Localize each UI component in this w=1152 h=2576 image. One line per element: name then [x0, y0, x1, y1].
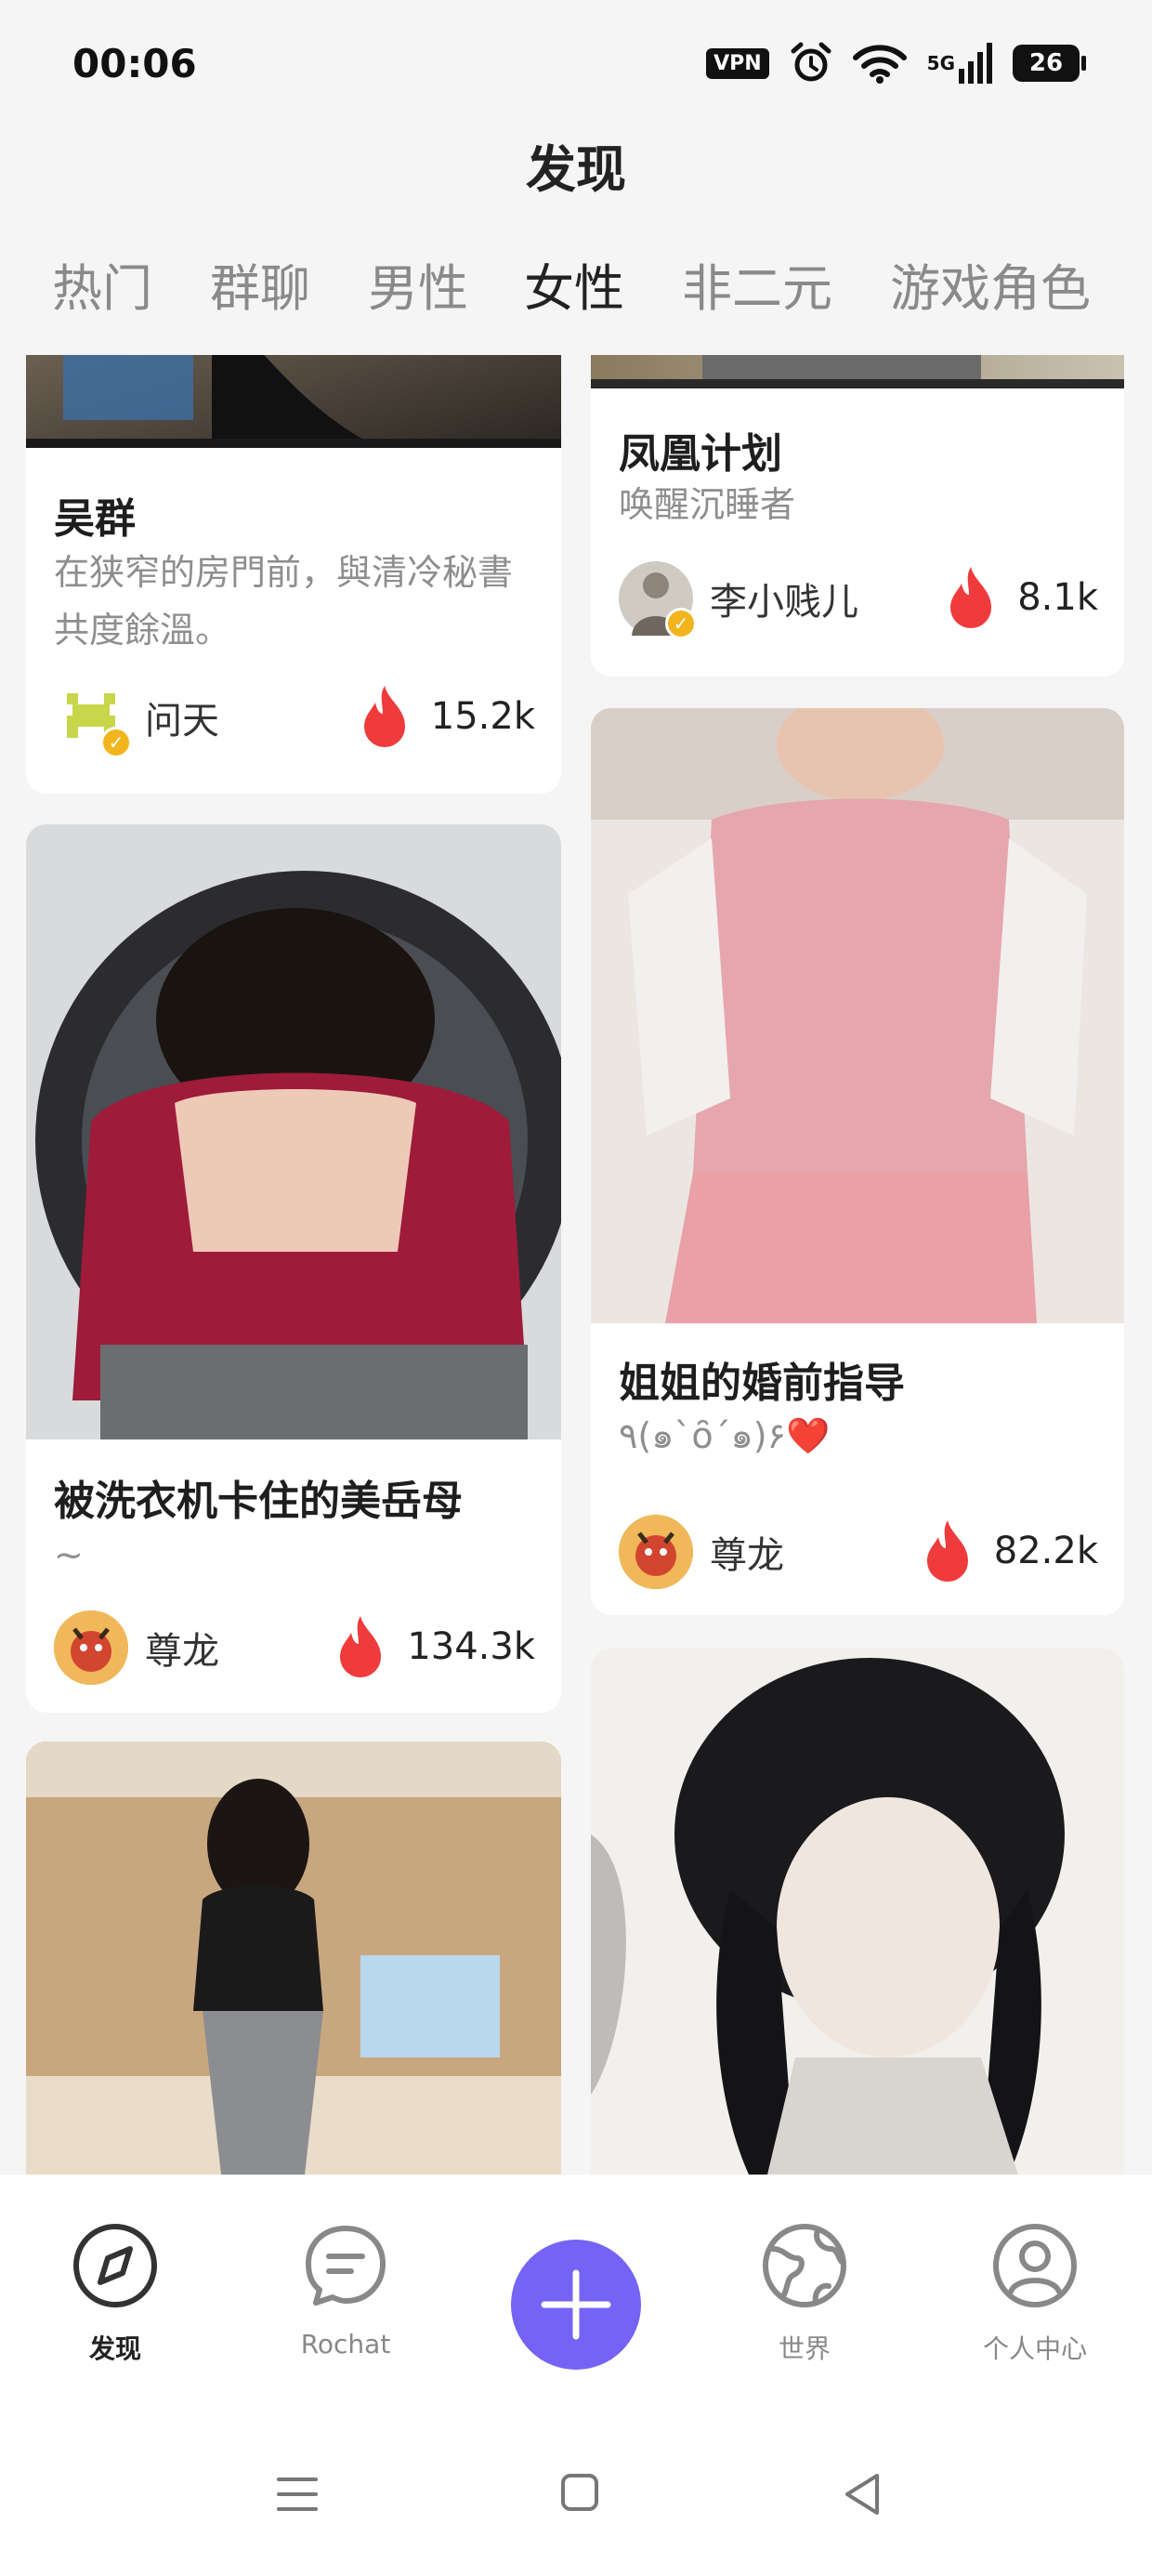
nav-world[interactable]: 世界: [730, 2221, 879, 2366]
tab-group-chat[interactable]: 群聊: [210, 247, 310, 321]
avatar: [619, 1515, 693, 1589]
globe-icon: [763, 2224, 846, 2307]
author-name: 李小贱儿: [710, 581, 858, 624]
back-icon[interactable]: [842, 2472, 883, 2517]
card-cover-image: [591, 355, 1124, 388]
status-icons: VPN 5G 26: [706, 37, 1086, 89]
character-card[interactable]: 凤凰计划 唤醒沉睡者 ✓ 李小贱儿 8.1k: [591, 355, 1124, 677]
card-description: 唤醒沉睡者: [619, 484, 796, 525]
heat-value: 15.2k: [430, 695, 535, 738]
card-author[interactable]: ✓ 李小贱儿: [619, 561, 858, 639]
author-name: 尊龙: [145, 1630, 219, 1673]
wifi-icon: [852, 45, 907, 84]
status-time: 00:06: [72, 41, 197, 86]
card-author[interactable]: ✓ 问天: [54, 680, 219, 758]
nav-rochat[interactable]: Rochat: [271, 2221, 420, 2359]
flame-icon: [363, 686, 405, 747]
avatar: ✓: [54, 680, 132, 758]
alarm-icon: [791, 42, 831, 82]
bottom-navigation: 发现 Rochat 世界 个人中心: [0, 2175, 1152, 2425]
heat-value: 134.3k: [407, 1625, 535, 1668]
card-description: ٩(๑`ȏ´๑)۶❤️: [619, 1415, 831, 1456]
verified-badge-icon: ✓: [665, 608, 697, 639]
card-author[interactable]: 尊龙: [619, 1515, 784, 1589]
heat-value: 8.1k: [1017, 576, 1098, 619]
page-title: 发现: [526, 140, 626, 199]
tab-hot[interactable]: 热门: [52, 247, 152, 321]
card-description: 在狭窄的房門前，與清冷秘書共度餘溫。: [54, 552, 514, 651]
nav-label: 个人中心: [982, 2333, 1087, 2364]
character-card[interactable]: 吴群 在狭窄的房門前，與清冷秘書共度餘溫。 ✓ 问天 15.2k: [26, 355, 561, 794]
nav-label: 发现: [88, 2333, 141, 2364]
avatar: ✓: [619, 561, 697, 639]
card-description: ~: [54, 1534, 84, 1575]
author-name: 尊龙: [710, 1534, 784, 1577]
network-type-label: 5G: [926, 52, 955, 74]
character-card[interactable]: 姐姐的婚前指导 ٩(๑`ȏ´๑)۶❤️ 尊龙 82.2k: [591, 708, 1124, 1615]
character-card[interactable]: [26, 1741, 561, 2175]
heat-count: 8.1k: [945, 565, 1098, 630]
tab-non-binary[interactable]: 非二元: [682, 247, 832, 321]
battery-icon: 26: [1013, 45, 1086, 82]
compass-icon: [73, 2224, 157, 2307]
nav-label: 世界: [778, 2333, 831, 2364]
dragon-avatar-icon: [54, 1610, 128, 1685]
heat-value: 82.2k: [993, 1530, 1098, 1572]
nav-label: Rochat: [300, 2329, 391, 2359]
card-cover-image: [591, 708, 1124, 1323]
flame-icon: [926, 1520, 968, 1582]
system-navigation-bar: [0, 2425, 1152, 2576]
flame-icon: [950, 567, 992, 628]
author-name: 问天: [145, 700, 219, 743]
card-title: 被洗衣机卡住的美岳母: [54, 1478, 463, 1525]
card-title: 凤凰计划: [619, 430, 782, 478]
tab-game-characters[interactable]: 游戏角色: [890, 247, 1091, 321]
card-author[interactable]: 尊龙: [54, 1610, 219, 1685]
card-cover-image: [26, 355, 561, 448]
chat-bubble-icon: [306, 2226, 386, 2306]
menu-icon[interactable]: [275, 2472, 320, 2517]
heat-count: 82.2k: [922, 1518, 1098, 1584]
heat-count: 134.3k: [334, 1614, 535, 1679]
card-title: 吴群: [54, 495, 136, 543]
tab-male[interactable]: 男性: [368, 247, 468, 321]
tab-female[interactable]: 女性: [524, 247, 624, 321]
category-tabs: 热门 群聊 男性 女性 非二元 游戏角色: [0, 247, 1152, 331]
dragon-avatar-icon: [619, 1515, 693, 1589]
nav-discover[interactable]: 发现: [41, 2221, 190, 2366]
character-card[interactable]: 被洗衣机卡住的美岳母 ~ 尊龙 134.3k: [26, 824, 561, 1713]
card-cover-image: [26, 1741, 561, 2175]
flame-icon: [340, 1616, 382, 1677]
card-title: 姐姐的婚前指导: [619, 1360, 905, 1407]
avatar: [54, 1610, 128, 1685]
create-button[interactable]: [511, 2240, 641, 2370]
vpn-icon: VPN: [706, 47, 769, 79]
card-cover-image: [591, 1649, 1124, 2175]
signal-icon: [959, 43, 992, 84]
verified-badge-icon: ✓: [100, 727, 132, 758]
home-icon[interactable]: [559, 2472, 600, 2513]
character-card[interactable]: [591, 1649, 1124, 2175]
status-bar: 00:06 VPN 5G 26: [0, 0, 1152, 130]
card-cover-image: [26, 824, 561, 1439]
nav-profile[interactable]: 个人中心: [961, 2221, 1109, 2366]
plus-icon: [541, 2269, 611, 2340]
user-icon: [993, 2224, 1077, 2307]
heat-count: 15.2k: [359, 684, 535, 749]
